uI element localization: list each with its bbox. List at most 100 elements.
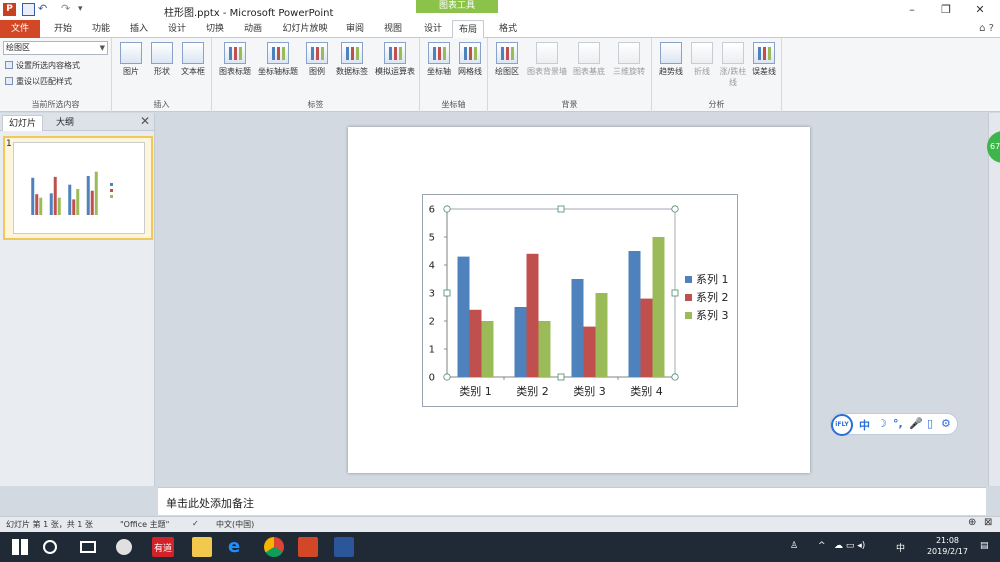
edge-browser-icon[interactable]: e: [228, 537, 248, 557]
ifly-settings-icon[interactable]: ⚙: [941, 417, 951, 430]
3d-rotation-button[interactable]: 三维旋转: [610, 42, 648, 77]
chart-object[interactable]: 0 1 2 3 4 5 6 类别 1 类别 2 类别 3 类别 4 系列 1 系列 2 系列 3: [422, 194, 738, 407]
thumbnail-preview: [13, 142, 145, 234]
slide-thumbnail[interactable]: [3, 136, 153, 240]
slide-info: 幻灯片 第 1 张，共 1 张: [6, 520, 93, 529]
thumbnail-bar: [35, 194, 39, 215]
tab-slideshow[interactable]: 幻灯片放映: [276, 20, 334, 38]
chart-floor-button[interactable]: 图表基底: [570, 42, 608, 77]
minimize-button[interactable]: –: [898, 2, 926, 18]
format-selection-label: 设置所选内容格式: [16, 61, 80, 70]
up-down-bars-button[interactable]: 涨/跌柱线: [716, 42, 750, 88]
axis-titles-button[interactable]: 坐标轴标题: [256, 42, 300, 77]
chrome-browser-icon[interactable]: [264, 537, 284, 557]
legend-swatch: [685, 276, 692, 283]
clock[interactable]: 21:08 2019/2/17: [927, 535, 968, 557]
chart-element-select[interactable]: 绘图区 ▼: [3, 41, 108, 55]
ifly-moon-icon[interactable]: ☽: [877, 417, 887, 430]
vertical-scrollbar[interactable]: [988, 113, 1000, 486]
file-explorer-icon[interactable]: [192, 537, 212, 557]
word-taskbar-icon[interactable]: [334, 537, 354, 557]
task-view-icon[interactable]: [80, 541, 96, 553]
ifly-logo-icon[interactable]: iFLY: [831, 414, 853, 436]
ime-indicator[interactable]: 中: [896, 541, 905, 554]
reset-style-label: 重设以匹配样式: [16, 77, 72, 86]
ifly-punctuation-icon[interactable]: °,: [893, 417, 903, 430]
button-label: 图表背景墙: [527, 67, 567, 76]
zoom-in-icon[interactable]: ⊕: [968, 517, 976, 528]
help-icons[interactable]: ⌂ ?: [979, 23, 994, 34]
insert-textbox-button[interactable]: 文本框: [176, 42, 210, 77]
tab-view[interactable]: 视图: [376, 20, 410, 38]
tab-file[interactable]: 文件: [0, 20, 40, 38]
legend-button[interactable]: 图例: [300, 42, 334, 77]
resize-handle: [671, 205, 679, 213]
customize-quick-access-icon[interactable]: ▾: [78, 3, 91, 16]
windows-start-icon[interactable]: [10, 537, 30, 557]
button-label: 绘图区: [495, 67, 519, 76]
up-down-bars-icon: [722, 42, 744, 64]
language-indicator[interactable]: 中文(中国): [216, 519, 254, 530]
notes-pane[interactable]: 单击此处添加备注: [158, 487, 986, 515]
insert-shapes-button[interactable]: 形状: [145, 42, 179, 77]
group-labels: 图表标题 坐标轴标题 图例 数据标签 模拟运算表 标签: [212, 38, 420, 112]
tab-slides[interactable]: 幻灯片: [2, 115, 44, 131]
trendline-button[interactable]: 趋势线: [654, 42, 688, 77]
restore-button[interactable]: ❐: [932, 2, 960, 18]
tab-insert[interactable]: 插入: [122, 20, 156, 38]
tab-design[interactable]: 设计: [160, 20, 194, 38]
tab-features[interactable]: 功能: [84, 20, 118, 38]
slide[interactable]: 0 1 2 3 4 5 6 类别 1 类别 2 类别 3 类别 4 系列 1 系列 2 系列 3: [348, 127, 810, 473]
axes-button[interactable]: 坐标轴: [422, 42, 456, 77]
powerpoint-logo-icon[interactable]: P: [3, 3, 16, 16]
notifications-icon[interactable]: ▤: [980, 541, 989, 551]
bar-2-4: [640, 298, 653, 377]
reset-icon: [5, 77, 13, 85]
thumbnail-bar: [90, 190, 94, 215]
format-selection-button[interactable]: 设置所选内容格式: [5, 60, 80, 71]
tab-chart-format[interactable]: 格式: [490, 20, 526, 38]
error-bars-button[interactable]: 误差线: [747, 42, 781, 77]
data-table-button[interactable]: 模拟运算表: [372, 42, 418, 77]
chart-wall-button[interactable]: 图表背景墙: [526, 42, 568, 77]
column-chart[interactable]: 0 1 2 3 4 5 6 类别 1 类别 2 类别 3 类别 4 系列 1 系列 2 系列 3: [423, 195, 739, 408]
theme-name[interactable]: "Office 主题": [120, 519, 169, 530]
fit-to-window-icon[interactable]: ⊠: [984, 517, 992, 528]
user-icon[interactable]: ♙: [790, 541, 798, 551]
thumbnail-legend-swatch: [110, 183, 113, 186]
close-panel-icon[interactable]: ✕: [140, 114, 150, 128]
tab-home[interactable]: 开始: [46, 20, 80, 38]
tab-transitions[interactable]: 切换: [198, 20, 232, 38]
data-labels-button[interactable]: 数据标签: [332, 42, 372, 77]
pinned-app-icon[interactable]: [116, 539, 132, 555]
plot-area-button[interactable]: 绘图区: [490, 42, 524, 77]
ifly-chinese-mode[interactable]: 中: [859, 417, 870, 433]
close-button[interactable]: ✕: [966, 2, 994, 18]
youdao-app-icon[interactable]: 有道: [152, 537, 174, 557]
tab-chart-layout[interactable]: 布局: [452, 20, 484, 39]
chart-title-button[interactable]: 图表标题: [216, 42, 254, 77]
button-label: 坐标轴标题: [258, 67, 298, 76]
spellcheck-icon[interactable]: ✓: [192, 519, 199, 528]
powerpoint-taskbar-icon[interactable]: [298, 537, 318, 557]
tab-chart-design[interactable]: 设计: [418, 20, 448, 38]
save-icon[interactable]: [22, 3, 35, 16]
thumbnail-bar: [94, 171, 98, 215]
button-label: 误差线: [752, 67, 776, 76]
tab-review[interactable]: 审阅: [338, 20, 372, 38]
ifly-keyboard-icon[interactable]: ▯: [927, 417, 933, 430]
search-icon[interactable]: [43, 540, 57, 554]
undo-icon[interactable]: ↶: [38, 3, 51, 16]
slide-number: 1: [6, 139, 12, 149]
ifly-microphone-icon[interactable]: 🎤: [909, 417, 923, 430]
tray-app-icons[interactable]: ☁ ▭ ◂): [834, 541, 865, 551]
lines-button[interactable]: 折线: [685, 42, 719, 77]
redo-icon[interactable]: ↷: [61, 3, 74, 16]
thumbnail-bar: [53, 176, 57, 215]
tray-chevron-icon[interactable]: ^: [818, 541, 826, 551]
gridlines-button[interactable]: 网格线: [453, 42, 487, 77]
tab-outline[interactable]: 大纲: [50, 115, 80, 131]
insert-picture-button[interactable]: 图片: [114, 42, 148, 77]
tab-animations[interactable]: 动画: [236, 20, 270, 38]
reset-style-button[interactable]: 重设以匹配样式: [5, 76, 72, 87]
